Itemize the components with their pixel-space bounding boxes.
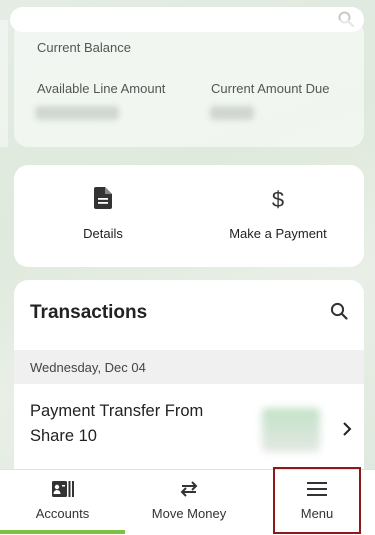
- available-line-value-redacted: [35, 106, 119, 120]
- menu-highlight-box: [273, 467, 361, 534]
- svg-text:$: $: [272, 187, 284, 211]
- current-balance-label: Current Balance: [37, 40, 131, 55]
- transaction-row[interactable]: Payment Transfer From Share 10: [14, 384, 364, 474]
- make-payment-button[interactable]: $ Make a Payment: [192, 165, 364, 267]
- nav-move-money-label: Move Money: [151, 506, 227, 521]
- transfer-arrows-icon: [179, 481, 199, 502]
- balance-card[interactable]: Current Balance Available Line Amount Cu…: [14, 20, 364, 147]
- available-line-label: Available Line Amount: [37, 81, 166, 96]
- chevron-right-icon: [342, 422, 352, 441]
- nav-accounts-label: Accounts: [35, 506, 90, 521]
- nav-active-indicator: [0, 530, 125, 534]
- nav-accounts[interactable]: Accounts: [0, 470, 125, 535]
- current-amount-due-value-redacted: [210, 106, 254, 120]
- previous-card-edge: [0, 20, 8, 147]
- transaction-amount-redacted: [262, 408, 320, 452]
- accounts-card-icon: [51, 481, 74, 502]
- transactions-title: Transactions: [30, 302, 148, 323]
- document-icon: [94, 187, 112, 214]
- nav-move-money[interactable]: Move Money: [125, 470, 253, 535]
- current-amount-due-label: Current Amount Due: [211, 81, 330, 96]
- transaction-name: Payment Transfer From Share 10: [30, 402, 204, 445]
- transaction-date-header: Wednesday, Dec 04: [14, 350, 364, 384]
- make-payment-label: Make a Payment: [229, 226, 327, 241]
- search-icon[interactable]: [330, 302, 348, 325]
- details-label: Details: [83, 226, 123, 241]
- actions-card: Details $ Make a Payment: [14, 165, 364, 267]
- details-button[interactable]: Details: [14, 165, 192, 267]
- dollar-icon: $: [271, 187, 285, 216]
